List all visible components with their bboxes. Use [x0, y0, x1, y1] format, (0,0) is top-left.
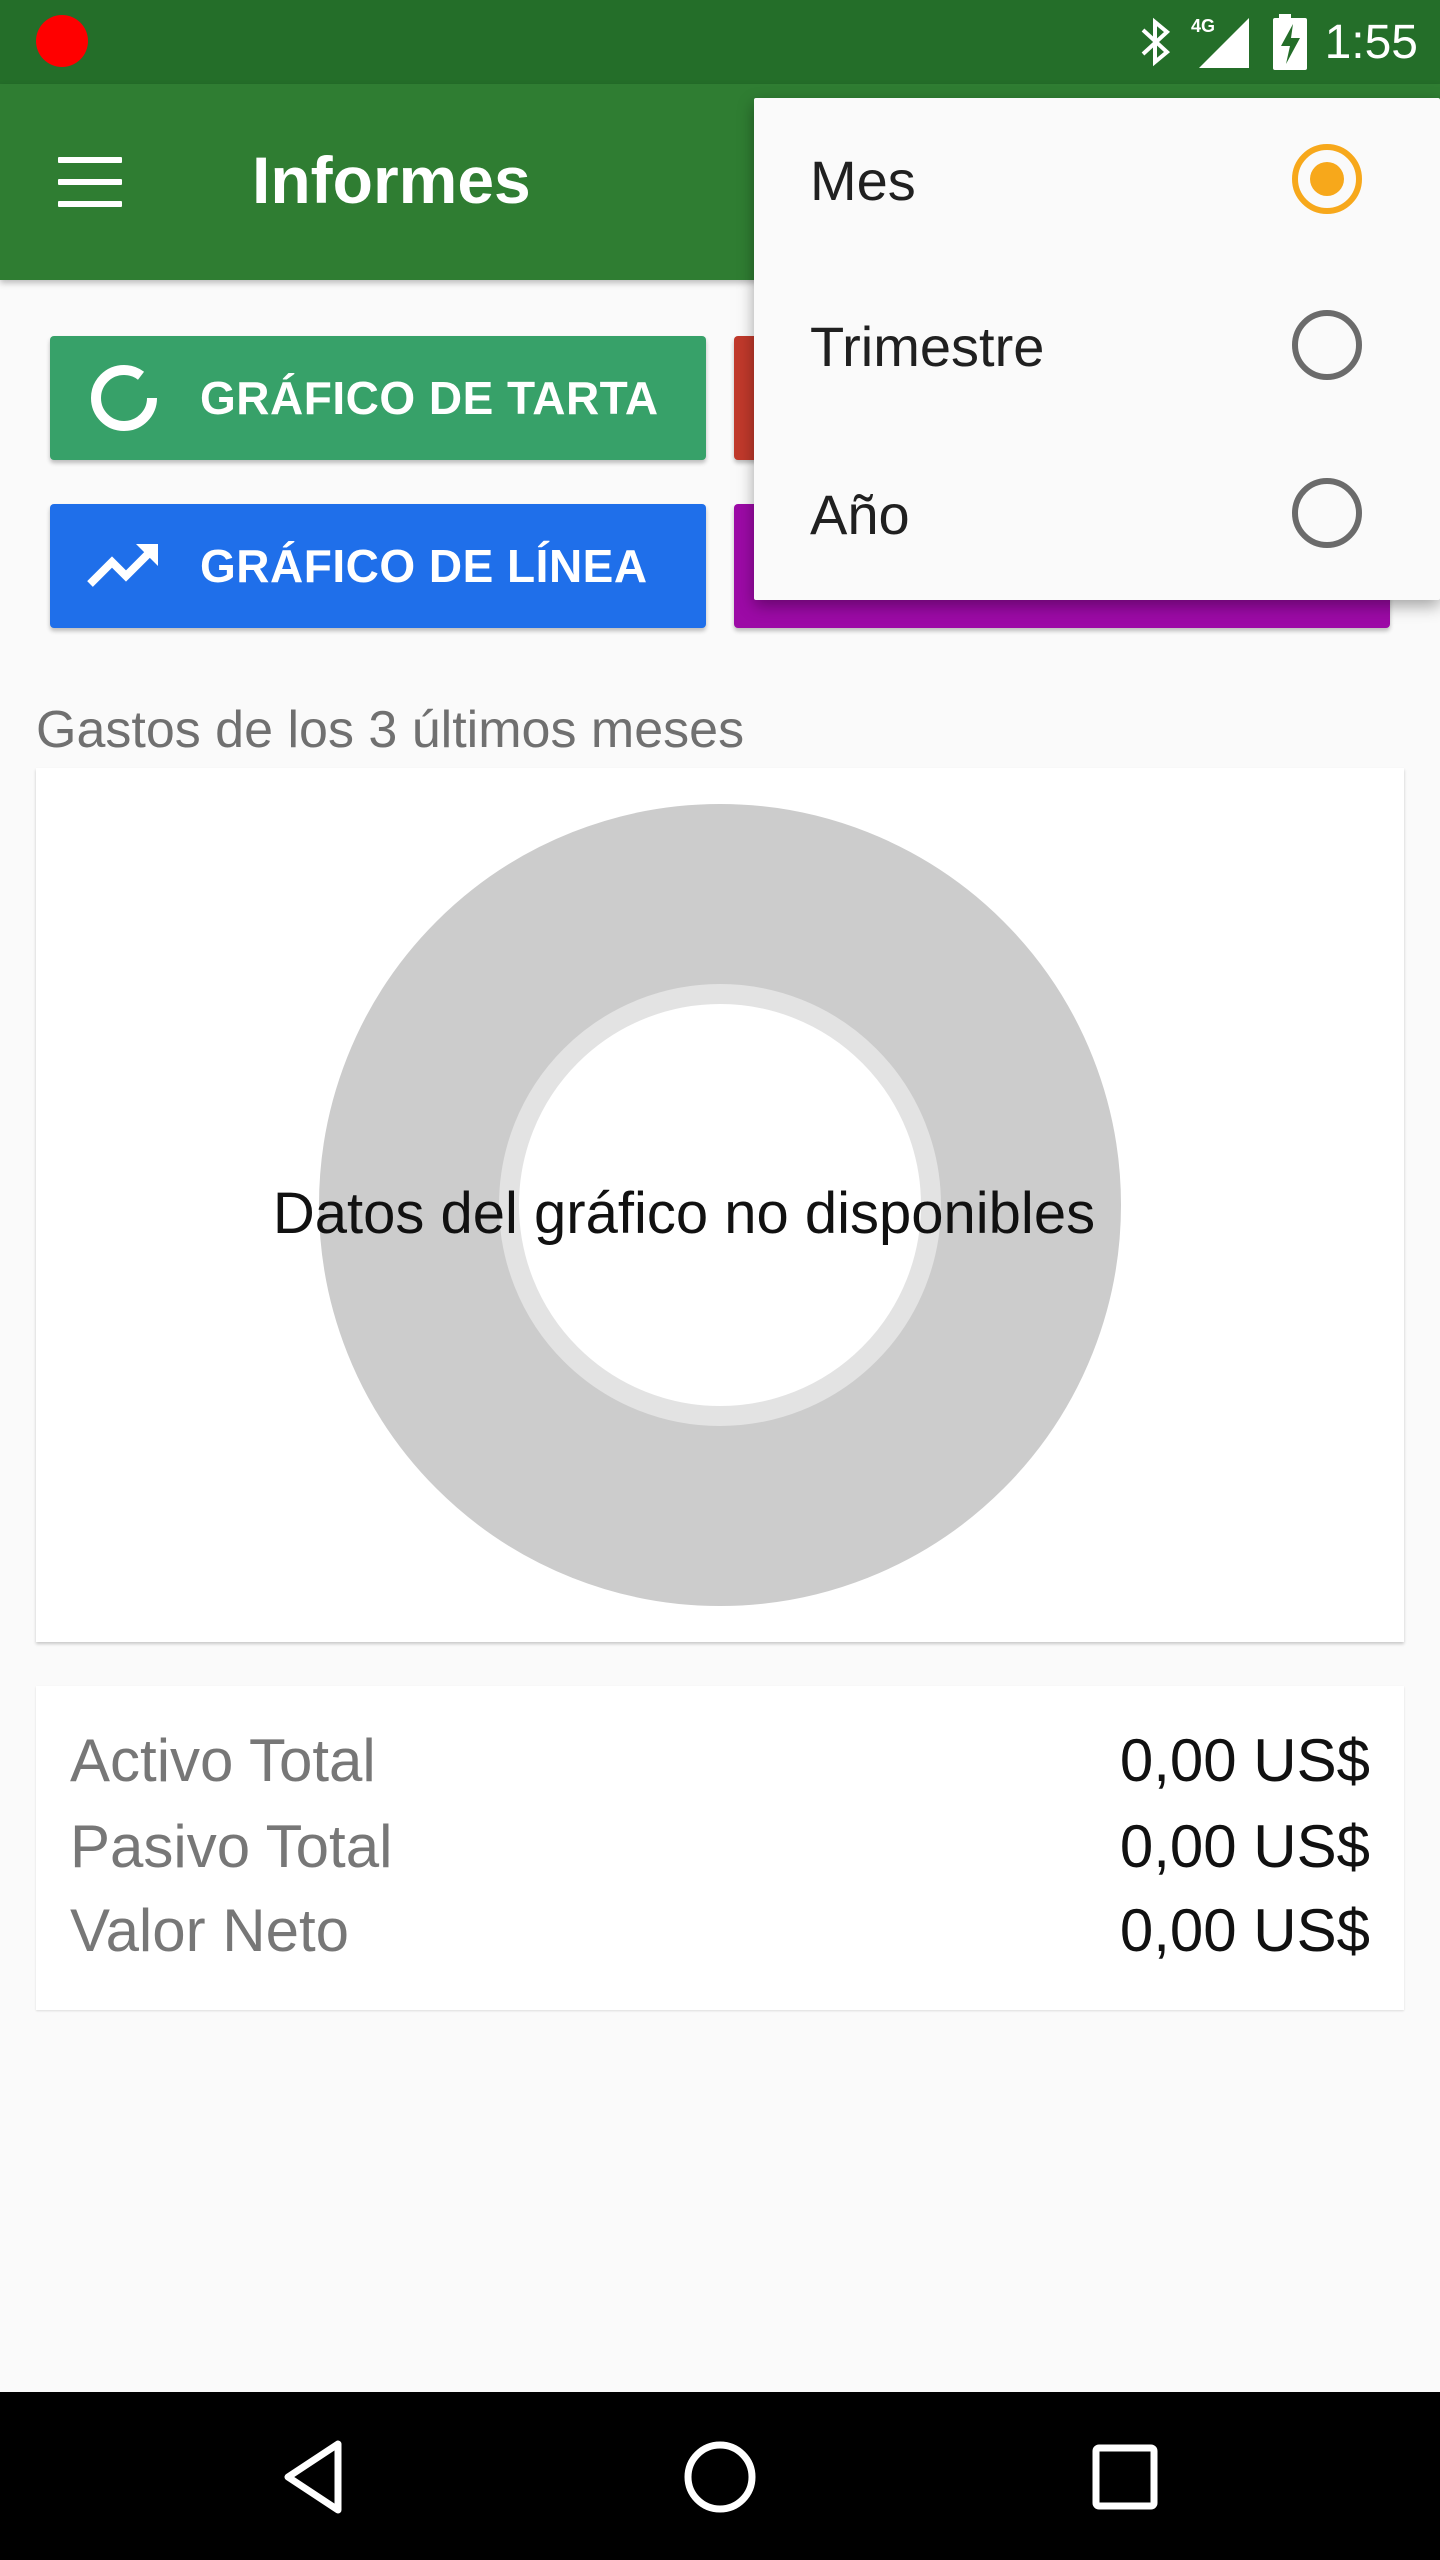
totals-card: Activo Total 0,00 US$ Pasivo Total 0,00 …	[36, 1686, 1404, 2010]
line-chart-button-label: GRÁFICO DE LÍNEA	[200, 540, 648, 592]
pie-chart-button-label: GRÁFICO DE TARTA	[200, 372, 659, 424]
menu-icon[interactable]	[58, 150, 138, 210]
page-title: Informes	[252, 143, 531, 217]
trending-up-icon	[87, 544, 158, 587]
radio-button[interactable]	[1292, 310, 1362, 380]
no-data-message: Datos del gráfico no disponibles	[272, 1181, 1096, 1246]
status-time: 1:55	[1324, 15, 1418, 69]
total-label: Pasivo Total	[70, 1813, 393, 1880]
total-value: 0,00 US$	[1119, 1897, 1370, 1964]
total-row: Valor Neto 0,00 US$	[70, 1896, 1370, 1982]
menu-item-mes[interactable]: Mes	[754, 98, 1440, 264]
total-value: 0,00 US$	[1119, 1727, 1370, 1794]
status-icons: 4G 1:55	[1139, 0, 1418, 84]
navigation-bar	[0, 2392, 1440, 2560]
line-chart-button[interactable]: GRÁFICO DE LÍNEA	[50, 504, 706, 628]
radio-button[interactable]	[1292, 478, 1362, 548]
recording-indicator	[36, 15, 88, 67]
menu-item-label: Año	[810, 483, 910, 546]
network-type: 4G	[1191, 16, 1215, 36]
period-dropdown-menu: Mes Trimestre Año	[754, 98, 1440, 600]
cellular-signal-icon: 4G	[1191, 16, 1249, 68]
radio-button-selected[interactable]	[1292, 144, 1362, 214]
pie-chart-button[interactable]: GRÁFICO DE TARTA	[50, 336, 706, 460]
pie-chart-icon	[91, 365, 157, 431]
total-row: Pasivo Total 0,00 US$	[70, 1812, 1370, 1898]
menu-item-label: Trimestre	[810, 315, 1045, 378]
total-label: Activo Total	[70, 1727, 376, 1794]
home-icon[interactable]	[675, 2432, 765, 2522]
status-bar: 4G 1:55	[0, 0, 1440, 84]
total-value: 0,00 US$	[1119, 1813, 1370, 1880]
bluetooth-icon	[1141, 17, 1170, 67]
recent-apps-icon[interactable]	[1080, 2432, 1170, 2522]
menu-item-label: Mes	[810, 149, 916, 212]
battery-charging-icon	[1272, 14, 1307, 70]
report-title: Gastos de los 3 últimos meses	[36, 701, 745, 759]
back-icon[interactable]	[270, 2432, 360, 2522]
menu-item-ano[interactable]: Año	[754, 432, 1440, 598]
menu-item-trimestre[interactable]: Trimestre	[754, 264, 1440, 430]
total-label: Valor Neto	[70, 1897, 350, 1964]
total-row: Activo Total 0,00 US$	[70, 1726, 1370, 1812]
